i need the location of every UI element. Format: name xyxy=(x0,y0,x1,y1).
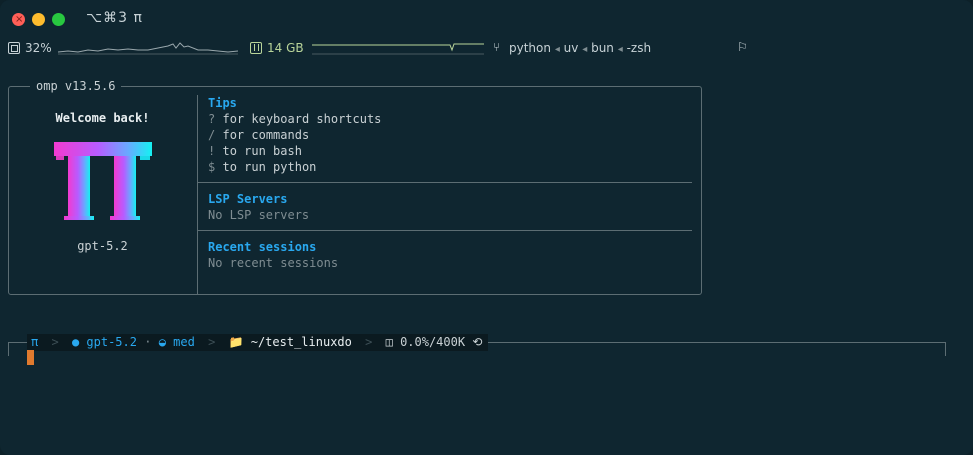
tip-key: $ xyxy=(208,160,216,174)
process-separator: ◂ xyxy=(554,44,560,55)
process-item: -zsh xyxy=(626,41,652,55)
process-item: python xyxy=(509,41,551,55)
prompt-model: gpt-5.2 xyxy=(86,335,137,349)
chevron-icon: > xyxy=(51,335,59,349)
tip-item: $ to run python xyxy=(208,160,316,174)
prompt-effort: med xyxy=(173,335,195,349)
tips-title: Tips xyxy=(208,96,237,110)
chevron-icon: > xyxy=(365,335,373,349)
minimize-button[interactable] xyxy=(32,13,45,26)
dot-separator: · xyxy=(144,335,152,349)
branch-icon: ⑂ xyxy=(493,40,501,54)
memory-usage: 14 GB xyxy=(267,41,304,55)
maximize-button[interactable] xyxy=(52,13,65,26)
memory-graph xyxy=(312,43,484,55)
window-title: ⌥⌘3 π xyxy=(86,10,143,26)
omp-version: omp v13.5.6 xyxy=(30,79,122,93)
tip-key: ! xyxy=(208,144,216,158)
refresh-icon: ⟲ xyxy=(472,335,483,349)
cpu-usage: 32% xyxy=(25,41,52,55)
model-name: gpt-5.2 xyxy=(77,239,128,253)
prompt-context: 0.0%/400K xyxy=(400,335,466,349)
model-dot-icon: ● xyxy=(71,335,80,349)
pi-icon: π xyxy=(31,335,39,349)
tip-key: / xyxy=(208,128,216,142)
section-divider xyxy=(198,182,692,183)
chevron-icon: > xyxy=(208,335,216,349)
tip-item: ? for keyboard shortcuts xyxy=(208,112,381,126)
tip-text: to run bash xyxy=(222,144,302,158)
tip-text: for keyboard shortcuts xyxy=(222,112,382,126)
process-list: python ◂ uv ◂ bun ◂ -zsh xyxy=(509,41,651,55)
process-item: bun xyxy=(591,41,614,55)
recent-title: Recent sessions xyxy=(208,240,317,254)
tip-text: to run python xyxy=(222,160,317,174)
prompt-cwd: ~/test_linuxdo xyxy=(250,335,352,349)
process-separator: ◂ xyxy=(582,44,588,55)
cpu-icon xyxy=(8,42,20,54)
prompt-statusline: π > ● gpt-5.2 · ◒ med > 📁 ~/test_linuxdo… xyxy=(27,334,489,351)
tip-item: ! to run bash xyxy=(208,144,302,158)
section-divider xyxy=(198,230,692,231)
welcome-message: Welcome back! xyxy=(55,111,150,125)
context-icon: ◫ xyxy=(385,335,393,349)
tip-text: for commands xyxy=(222,128,310,142)
tip-item: / for commands xyxy=(208,128,309,142)
terminal-window: × ⌥⌘3 π 32% 14 GB ⑂ python ◂ uv ◂ bun ◂ … xyxy=(0,0,973,455)
process-item: uv xyxy=(563,41,579,55)
effort-icon: ◒ xyxy=(158,335,166,349)
title-bar: × ⌥⌘3 π xyxy=(0,0,973,38)
tip-key: ? xyxy=(208,112,216,126)
process-separator: ◂ xyxy=(617,44,623,55)
cpu-graph xyxy=(58,42,238,55)
memory-icon xyxy=(250,42,262,54)
flag-icon: ⚐ xyxy=(737,40,748,54)
close-icon: × xyxy=(15,14,24,25)
input-cursor[interactable] xyxy=(27,350,34,365)
lsp-title: LSP Servers xyxy=(208,192,288,206)
folder-icon: 📁 xyxy=(228,335,244,349)
close-button[interactable]: × xyxy=(12,13,25,26)
status-bar: 32% 14 GB ⑂ python ◂ uv ◂ bun ◂ -zsh ⚐ xyxy=(0,38,973,60)
panel-divider xyxy=(197,95,198,294)
recent-empty: No recent sessions xyxy=(208,256,339,270)
lsp-empty: No LSP servers xyxy=(208,208,310,222)
pi-logo-icon xyxy=(54,142,152,220)
